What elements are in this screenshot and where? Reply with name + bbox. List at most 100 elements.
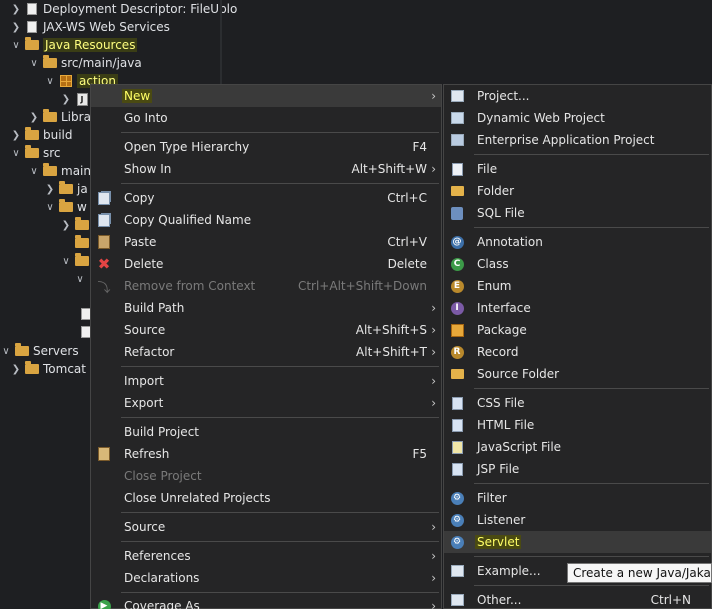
chevron-right-icon: › bbox=[431, 520, 436, 534]
menu-item-build-path[interactable]: Build Path › bbox=[91, 297, 441, 319]
tree-item-label: build bbox=[43, 128, 73, 142]
tree-item-java-resources[interactable]: ∨ Java Resources bbox=[10, 36, 138, 54]
submenu-item-interface[interactable]: I Interface bbox=[444, 297, 711, 319]
submenu-item-package[interactable]: Package bbox=[444, 319, 711, 341]
chevron-right-icon[interactable]: ❯ bbox=[60, 220, 72, 231]
chevron-down-icon[interactable]: ∨ bbox=[74, 274, 86, 285]
menu-item-paste[interactable]: Paste Ctrl+V bbox=[91, 231, 441, 253]
servlet-icon: ⚙ bbox=[449, 534, 465, 550]
tree-item-java[interactable]: ❯ ja bbox=[44, 180, 88, 198]
submenu-item-other[interactable]: Other... Ctrl+N bbox=[444, 589, 711, 609]
submenu-item-enum[interactable]: E Enum bbox=[444, 275, 711, 297]
menu-item-delete[interactable]: ✖ Delete Delete bbox=[91, 253, 441, 275]
tree-item-subfolder[interactable] bbox=[60, 234, 93, 252]
submenu-item-class[interactable]: C Class bbox=[444, 253, 711, 275]
chevron-right-icon: › bbox=[431, 323, 436, 337]
tree-item-label: ja bbox=[77, 182, 88, 196]
chevron-down-icon[interactable]: ∨ bbox=[10, 148, 22, 159]
menu-separator bbox=[474, 227, 709, 228]
submenu-item-listener[interactable]: ⚙ Listener bbox=[444, 509, 711, 531]
submenu-item-folder[interactable]: Folder bbox=[444, 180, 711, 202]
submenu-item-annotation[interactable]: @ Annotation bbox=[444, 231, 711, 253]
folder-icon bbox=[24, 127, 40, 142]
chevron-right-icon[interactable]: ❯ bbox=[10, 364, 22, 375]
tree-item-src[interactable]: ∨ src bbox=[10, 144, 61, 162]
chevron-down-icon[interactable]: ∨ bbox=[28, 58, 40, 69]
new-project-icon bbox=[449, 88, 465, 104]
menu-separator bbox=[121, 592, 439, 593]
package-icon bbox=[58, 74, 74, 88]
chevron-down-icon[interactable]: ∨ bbox=[44, 76, 56, 87]
menu-item-new[interactable]: New › bbox=[91, 85, 441, 107]
menu-item-go-into[interactable]: Go Into bbox=[91, 107, 441, 129]
chevron-down-icon[interactable]: ∨ bbox=[0, 346, 12, 357]
submenu-item-html-file[interactable]: HTML File bbox=[444, 414, 711, 436]
chevron-down-icon[interactable]: ∨ bbox=[10, 40, 22, 51]
tree-item-main[interactable]: ∨ main bbox=[28, 162, 91, 180]
submenu-item-jsp-file[interactable]: JSP File bbox=[444, 458, 711, 480]
tree-item-webapp[interactable]: ∨ w bbox=[44, 198, 87, 216]
submenu-item-enterprise-application-project[interactable]: Enterprise Application Project bbox=[444, 129, 711, 151]
source-folder-icon bbox=[42, 55, 58, 70]
tree-item-subfolder[interactable]: ∨ bbox=[60, 252, 93, 270]
submenu-item-record[interactable]: R Record bbox=[444, 341, 711, 363]
submenu-item-dynamic-web-project[interactable]: Dynamic Web Project bbox=[444, 107, 711, 129]
menu-item-remove-from-context[interactable]: ⤵ Remove from Context Ctrl+Alt+Shift+Dow… bbox=[91, 275, 441, 297]
menu-item-import[interactable]: Import › bbox=[91, 370, 441, 392]
tree-item-tomcat[interactable]: ❯ Tomcat bbox=[10, 360, 86, 378]
folder-icon bbox=[74, 235, 90, 250]
tree-item-java-file[interactable]: ❯ J bbox=[60, 90, 93, 108]
file-icon bbox=[449, 161, 465, 177]
menu-item-build-project[interactable]: Build Project bbox=[91, 421, 441, 443]
tree-item-jaxws[interactable]: ❯ JAX-WS Web Services bbox=[10, 18, 170, 36]
submenu-item-javascript-file[interactable]: JavaScript File bbox=[444, 436, 711, 458]
chevron-down-icon[interactable]: ∨ bbox=[44, 202, 56, 213]
menu-item-source-2[interactable]: Source › bbox=[91, 516, 441, 538]
chevron-down-icon[interactable]: ∨ bbox=[60, 256, 72, 267]
submenu-item-file[interactable]: File bbox=[444, 158, 711, 180]
tree-item-subfolder[interactable]: ❯ bbox=[60, 216, 93, 234]
submenu-item-project[interactable]: Project... bbox=[444, 85, 711, 107]
menu-item-declarations[interactable]: Declarations › bbox=[91, 567, 441, 589]
menu-item-close-project[interactable]: Close Project bbox=[91, 465, 441, 487]
menu-item-references[interactable]: References › bbox=[91, 545, 441, 567]
tree-item-subfolder[interactable]: ∨ bbox=[74, 270, 86, 288]
menu-item-open-type-hierarchy[interactable]: Open Type Hierarchy F4 bbox=[91, 136, 441, 158]
chevron-right-icon[interactable]: ❯ bbox=[28, 112, 40, 123]
menu-item-refactor[interactable]: Refactor Alt+Shift+T › bbox=[91, 341, 441, 363]
remove-from-context-icon: ⤵ bbox=[97, 280, 111, 296]
submenu-item-sql-file[interactable]: SQL File bbox=[444, 202, 711, 224]
menu-item-show-in[interactable]: Show In Alt+Shift+W › bbox=[91, 158, 441, 180]
folder-icon bbox=[58, 199, 74, 214]
menu-separator bbox=[121, 417, 439, 418]
tree-item-label: src/main/java bbox=[61, 56, 142, 70]
menu-item-close-unrelated-projects[interactable]: Close Unrelated Projects bbox=[91, 487, 441, 509]
chevron-right-icon[interactable]: ❯ bbox=[60, 94, 72, 105]
menu-item-coverage-as[interactable]: ▶ Coverage As › bbox=[91, 595, 441, 609]
menu-separator bbox=[121, 366, 439, 367]
chevron-right-icon[interactable]: ❯ bbox=[10, 130, 22, 141]
chevron-right-icon[interactable]: ❯ bbox=[10, 4, 22, 15]
tree-item-build[interactable]: ❯ build bbox=[10, 126, 73, 144]
tree-item-deployment-descriptor[interactable]: ❯ Deployment Descriptor: FileUplo bbox=[10, 0, 238, 18]
menu-item-source[interactable]: Source Alt+Shift+S › bbox=[91, 319, 441, 341]
submenu-item-filter[interactable]: ⚙ Filter bbox=[444, 487, 711, 509]
submenu-item-source-folder[interactable]: Source Folder bbox=[444, 363, 711, 385]
menu-item-copy[interactable]: Copy Ctrl+C bbox=[91, 187, 441, 209]
menu-item-export[interactable]: Export › bbox=[91, 392, 441, 414]
tree-item-servers[interactable]: ∨ Servers bbox=[0, 342, 79, 360]
submenu-item-servlet[interactable]: ⚙ Servlet bbox=[444, 531, 711, 553]
submenu-item-css-file[interactable]: CSS File bbox=[444, 392, 711, 414]
chevron-right-icon[interactable]: ❯ bbox=[44, 184, 56, 195]
chevron-right-icon[interactable]: ❯ bbox=[10, 22, 22, 33]
chevron-down-icon[interactable]: ∨ bbox=[28, 166, 40, 177]
tree-item-label: Servers bbox=[33, 344, 79, 358]
folder-icon bbox=[24, 361, 40, 376]
menu-item-refresh[interactable]: Refresh F5 bbox=[91, 443, 441, 465]
tree-item-src-main-java[interactable]: ∨ src/main/java bbox=[28, 54, 142, 72]
menu-item-copy-qualified-name[interactable]: Copy Qualified Name bbox=[91, 209, 441, 231]
pane-divider bbox=[220, 0, 222, 84]
tree-item-libraries[interactable]: ❯ Libra bbox=[28, 108, 91, 126]
interface-icon: I bbox=[449, 300, 465, 316]
enterprise-project-icon bbox=[449, 132, 465, 148]
